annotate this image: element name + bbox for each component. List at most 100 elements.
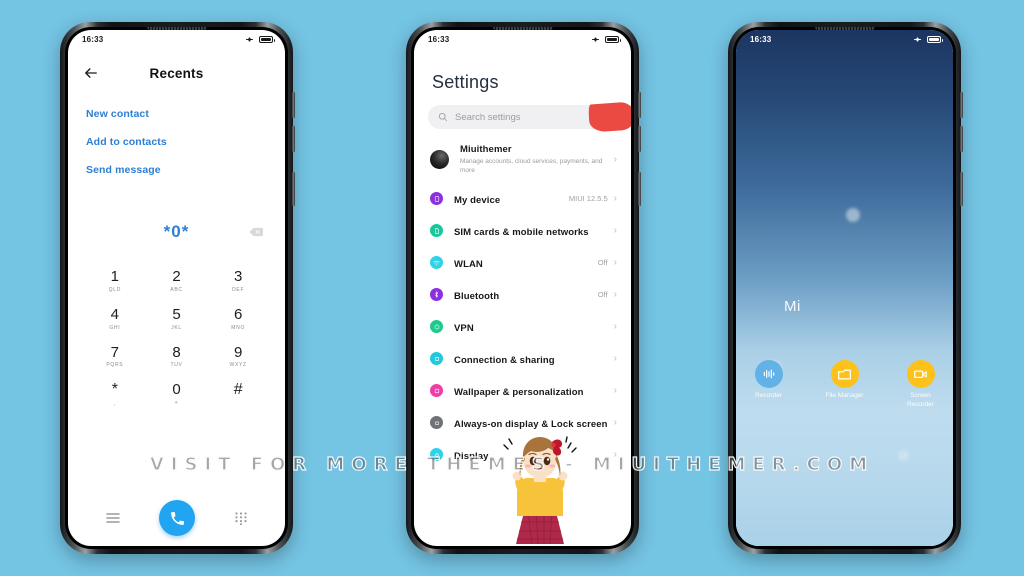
dialpad-key-hash[interactable]: # — [207, 379, 269, 410]
battery-icon — [259, 35, 275, 43]
row-text: Bluetooth — [454, 286, 598, 304]
key-letters: QLD — [108, 286, 122, 293]
call-button[interactable] — [159, 500, 196, 536]
dialpad-key-3[interactable]: 3 DEF — [207, 266, 269, 296]
row-label: Wallpaper & personalization — [454, 386, 584, 398]
earpiece-grille-icon — [492, 27, 553, 30]
earpiece-grille-icon — [814, 27, 875, 30]
search-input[interactable]: Search settings — [428, 101, 631, 133]
chevron-right-icon: › — [613, 192, 617, 204]
row-label: My device — [454, 194, 501, 206]
power-button[interactable] — [292, 172, 295, 206]
settings-row-sim-cards[interactable]: SIM cards & mobile networks › — [414, 215, 631, 247]
phone-dialer: 16:33 Recents New contact Add to contact… — [60, 22, 295, 554]
anime-character-sticker — [503, 436, 577, 545]
row-label: Miuithemer — [460, 144, 512, 155]
dialpad-key-6[interactable]: 6 MNO — [207, 304, 269, 334]
phone-home-screen: 16:33 Mi Recorder File Manager Screen Re… — [728, 22, 963, 554]
key-letters: , — [113, 401, 116, 408]
app-label: Recorder — [755, 392, 782, 399]
action-add-to-contacts[interactable]: Add to contacts — [86, 128, 267, 156]
action-send-message[interactable]: Send message — [86, 156, 267, 184]
settings-row-bluetooth[interactable]: Bluetooth Off › — [414, 279, 631, 311]
chevron-right-icon: › — [613, 384, 617, 396]
bokeh-light — [898, 450, 909, 461]
phone-bezel: 16:33 Recents New contact Add to contact… — [65, 27, 288, 549]
dialpad-key-5[interactable]: 5 JKL — [146, 304, 208, 334]
volume-down-button[interactable] — [960, 126, 963, 152]
key-letters: DEF — [232, 286, 245, 293]
settings-row-connection-sharing[interactable]: Connection & sharing › — [414, 343, 631, 375]
dialpad-key-7[interactable]: 7 PQRS — [84, 342, 146, 372]
volume-up-button[interactable] — [638, 92, 641, 118]
dialer-bottom-bar — [68, 500, 285, 536]
row-text: WLAN — [454, 254, 598, 272]
vpn-icon — [430, 320, 443, 334]
key-letters: TUV — [170, 362, 183, 369]
dialpad-key-8[interactable]: 8 TUV — [146, 342, 208, 372]
folder-icon — [830, 360, 859, 388]
search-icon — [438, 112, 448, 122]
chevron-right-icon: › — [613, 256, 617, 268]
row-text: Miuithemer Manage accounts, cloud servic… — [460, 144, 614, 176]
app-recorder[interactable]: Recorder — [745, 360, 793, 410]
backspace-icon[interactable] — [249, 227, 263, 237]
dialpad-key-1[interactable]: 1 QLD — [84, 266, 146, 296]
volume-up-button[interactable] — [292, 92, 295, 118]
status-icons — [913, 35, 943, 44]
wallpaper: 16:33 Mi Recorder File Manager Screen Re… — [736, 30, 953, 546]
app-file-manager[interactable]: File Manager — [821, 360, 869, 410]
volume-down-button[interactable] — [638, 126, 641, 152]
settings-row-my-device[interactable]: My device MIUI 12.5.5 › — [414, 183, 631, 215]
settings-row-wlan[interactable]: WLAN Off › — [414, 247, 631, 279]
row-value: MIUI 12.5.5 — [568, 194, 608, 204]
key-digit: 7 — [110, 343, 119, 361]
mi-widget-label: Mi — [784, 298, 801, 315]
row-text: SIM cards & mobile networks — [454, 222, 608, 240]
phone-bezel: 16:33 Mi Recorder File Manager Screen Re… — [733, 27, 956, 549]
row-subtitle: Manage accounts, cloud services, payment… — [460, 158, 603, 175]
app-screen-recorder[interactable]: Screen Recorder — [897, 360, 945, 410]
status-bar: 16:33 — [414, 30, 631, 48]
dialpad-key-4[interactable]: 4 GHI — [84, 304, 146, 334]
airplane-mode-icon — [914, 36, 921, 42]
app-label: File Manager — [825, 392, 864, 399]
key-digit: 2 — [172, 268, 181, 285]
dial-number-display[interactable]: *0* — [68, 214, 285, 250]
action-new-contact[interactable]: New contact — [86, 100, 267, 128]
status-time: 16:33 — [82, 34, 104, 44]
call-icon — [171, 511, 184, 525]
volume-up-button[interactable] — [960, 92, 963, 118]
dialpad-key-0[interactable]: 0 + — [146, 379, 208, 410]
row-text: VPN — [454, 318, 608, 336]
earpiece-grille-icon — [146, 27, 207, 30]
chevron-right-icon: › — [613, 320, 617, 332]
key-digit: 8 — [172, 343, 181, 361]
status-icons — [591, 35, 621, 44]
status-bar: 16:33 — [68, 30, 285, 48]
row-label: Bluetooth — [454, 290, 500, 302]
lock-screen-icon — [430, 416, 443, 430]
settings-row-wallpaper[interactable]: Wallpaper & personalization › — [414, 375, 631, 407]
app-dock: Recorder File Manager Screen Recorder — [736, 360, 953, 410]
row-label: SIM cards & mobile networks — [454, 226, 589, 238]
row-value: Off — [597, 290, 608, 300]
keypad-icon[interactable] — [235, 511, 247, 525]
power-button[interactable] — [960, 172, 963, 206]
settings-row-account[interactable]: Miuithemer Manage accounts, cloud servic… — [414, 137, 631, 183]
dialpad-key-9[interactable]: 9 WXYZ — [207, 342, 269, 372]
menu-icon[interactable] — [106, 512, 120, 524]
key-digit: 5 — [172, 305, 181, 323]
settings-row-vpn[interactable]: VPN › — [414, 311, 631, 343]
key-letters: MNO — [231, 324, 246, 331]
volume-down-button[interactable] — [292, 126, 295, 152]
power-button[interactable] — [638, 172, 641, 206]
dialpad-key-star[interactable]: *, — [84, 379, 146, 410]
dialpad-key-2[interactable]: 2 ABC — [146, 266, 208, 296]
page-title: Recents — [149, 65, 204, 81]
dialer-header: Recents — [68, 48, 285, 88]
connection-sharing-icon — [430, 352, 443, 366]
row-text: My device — [454, 190, 569, 208]
video-camera-icon — [906, 360, 935, 388]
key-letters: WXYZ — [229, 362, 247, 369]
